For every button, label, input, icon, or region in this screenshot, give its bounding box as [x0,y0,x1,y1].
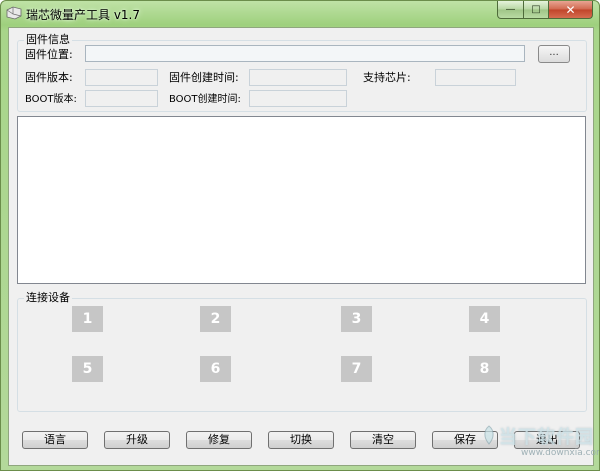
firmware-info-title: 固件信息 [24,33,72,46]
device-slot-2[interactable]: 2 [200,306,231,332]
supported-chip-label: 支持芯片: [363,71,411,84]
firmware-version-label: 固件版本: [25,71,73,84]
app-window: 瑞芯微量产工具 v1.7 — □ ✕ 固件信息 固件位置: ... 固件版本: … [0,0,600,471]
window-title: 瑞芯微量产工具 v1.7 [26,8,141,22]
boot-created-label: BOOT创建时间: [169,94,241,105]
exit-button[interactable]: 退出 [514,431,580,449]
title-bar[interactable]: 瑞芯微量产工具 v1.7 — □ ✕ [1,1,599,27]
firmware-location-label: 固件位置: [25,48,73,61]
log-textarea[interactable] [17,116,586,284]
device-slot-4[interactable]: 4 [469,306,500,332]
device-slot-3[interactable]: 3 [341,306,372,332]
boot-created-field [249,90,347,107]
firmware-version-field [85,69,158,86]
boot-version-field [85,90,158,107]
upgrade-button[interactable]: 升级 [104,431,170,449]
device-slot-8[interactable]: 8 [469,356,500,382]
maximize-icon: □ [531,4,541,15]
app-icon [6,6,22,20]
caption-buttons: — □ ✕ [497,1,593,19]
save-button[interactable]: 保存 [432,431,498,449]
switch-button[interactable]: 切换 [268,431,334,449]
device-slot-7[interactable]: 7 [341,356,372,382]
firmware-created-label: 固件创建时间: [169,71,239,84]
boot-version-label: BOOT版本: [25,94,77,105]
repair-button[interactable]: 修复 [186,431,252,449]
close-button[interactable]: ✕ [549,1,593,19]
client-area: 固件信息 固件位置: ... 固件版本: 固件创建时间: 支持芯片: BOOT版… [8,27,594,466]
firmware-created-field [249,69,347,86]
maximize-button[interactable]: □ [524,1,549,19]
clear-button[interactable]: 清空 [350,431,416,449]
supported-chip-field [435,69,516,86]
connected-devices-title: 连接设备 [24,291,72,304]
device-slot-5[interactable]: 5 [72,356,103,382]
browse-button[interactable]: ... [538,45,570,63]
device-slot-1[interactable]: 1 [72,306,103,332]
language-button[interactable]: 语言 [22,431,88,449]
minimize-icon: — [505,4,516,15]
close-icon: ✕ [565,2,576,17]
minimize-button[interactable]: — [497,1,524,19]
device-slot-6[interactable]: 6 [200,356,231,382]
firmware-location-field[interactable] [85,45,525,62]
